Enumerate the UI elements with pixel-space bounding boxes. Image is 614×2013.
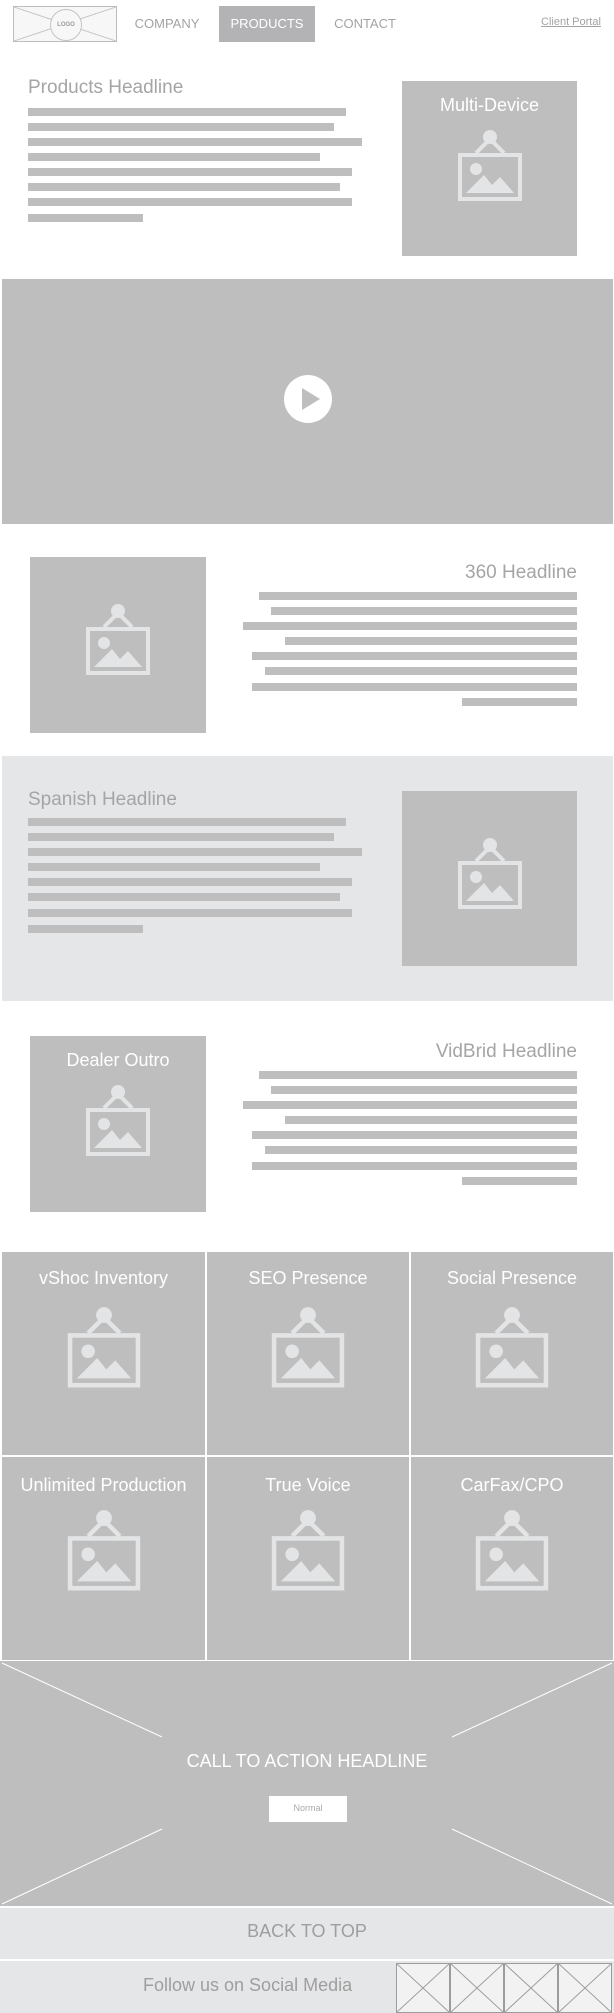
back-to-top-bar[interactable]: BACK TO TOP — [0, 1908, 614, 1959]
nav-products[interactable]: PRODUCTS — [219, 6, 315, 42]
feature-title: Unlimited Production — [20, 1475, 187, 1495]
image-placeholder-icon — [84, 1084, 152, 1160]
feature-tile-unlimited-production[interactable]: Unlimited Production — [2, 1457, 205, 1660]
video-player[interactable] — [2, 279, 613, 524]
cta-headline: CALL TO ACTION HEADLINE — [186, 1751, 428, 1771]
feature-tile-social-presence[interactable]: Social Presence — [411, 1252, 613, 1455]
feature-tile-vshoc-inventory[interactable]: vShoc Inventory — [2, 1252, 205, 1455]
multi-device-tile: Multi-Device — [402, 81, 577, 256]
spanish-image-tile — [402, 791, 577, 966]
feature-title: Social Presence — [446, 1268, 578, 1288]
feature-tile-seo-presence[interactable]: SEO Presence — [207, 1252, 409, 1455]
image-placeholder-icon — [65, 1306, 143, 1392]
logo-text: LOGO — [50, 9, 82, 41]
image-placeholder-icon — [269, 1509, 347, 1595]
back-to-top-link[interactable]: BACK TO TOP — [0, 1921, 614, 1942]
feature-title: True Voice — [265, 1475, 351, 1495]
image-placeholder-icon — [65, 1509, 143, 1595]
360-headline: 360 Headline — [465, 562, 577, 583]
client-portal-link[interactable]: Client Portal — [541, 16, 601, 28]
social-icon-placeholder-1[interactable] — [396, 1963, 450, 2013]
logo[interactable]: LOGO — [13, 6, 117, 42]
nav-contact[interactable]: CONTACT — [326, 6, 404, 42]
play-icon[interactable] — [284, 375, 332, 423]
360-image-tile — [30, 557, 206, 733]
spanish-headline: Spanish Headline — [28, 789, 177, 810]
products-headline: Products Headline — [28, 77, 184, 98]
cta-button[interactable]: Normal — [269, 1796, 347, 1822]
follow-social-label: Follow us on Social Media — [143, 1975, 353, 1995]
feature-tile-true-voice[interactable]: True Voice — [207, 1457, 409, 1660]
image-placeholder-icon — [456, 129, 524, 205]
cta-banner: CALL TO ACTION HEADLINE Normal — [0, 1661, 614, 1906]
dealer-outro-title: Dealer Outro — [66, 1050, 170, 1070]
social-icon-placeholder-4[interactable] — [558, 1963, 612, 2013]
social-icon-placeholder-3[interactable] — [504, 1963, 558, 2013]
image-placeholder-icon — [473, 1306, 551, 1392]
dealer-outro-tile: Dealer Outro — [30, 1036, 206, 1212]
image-placeholder-icon — [473, 1509, 551, 1595]
image-placeholder-icon — [456, 837, 524, 913]
social-footer: Follow us on Social Media — [0, 1961, 614, 2013]
social-icon-placeholder-2[interactable] — [450, 1963, 504, 2013]
nav-company[interactable]: COMPANY — [126, 6, 208, 42]
feature-tile-carfax-cpo[interactable]: CarFax/CPO — [411, 1457, 613, 1660]
feature-title: SEO Presence — [248, 1268, 368, 1288]
vidbrid-headline: VidBrid Headline — [435, 1041, 577, 1062]
feature-title: CarFax/CPO — [460, 1475, 564, 1495]
image-placeholder-icon — [269, 1306, 347, 1392]
image-placeholder-icon — [84, 603, 152, 679]
feature-title: vShoc Inventory — [38, 1268, 169, 1288]
multi-device-title: Multi-Device — [439, 95, 540, 115]
cta-placeholder-lines — [1, 1662, 613, 1905]
